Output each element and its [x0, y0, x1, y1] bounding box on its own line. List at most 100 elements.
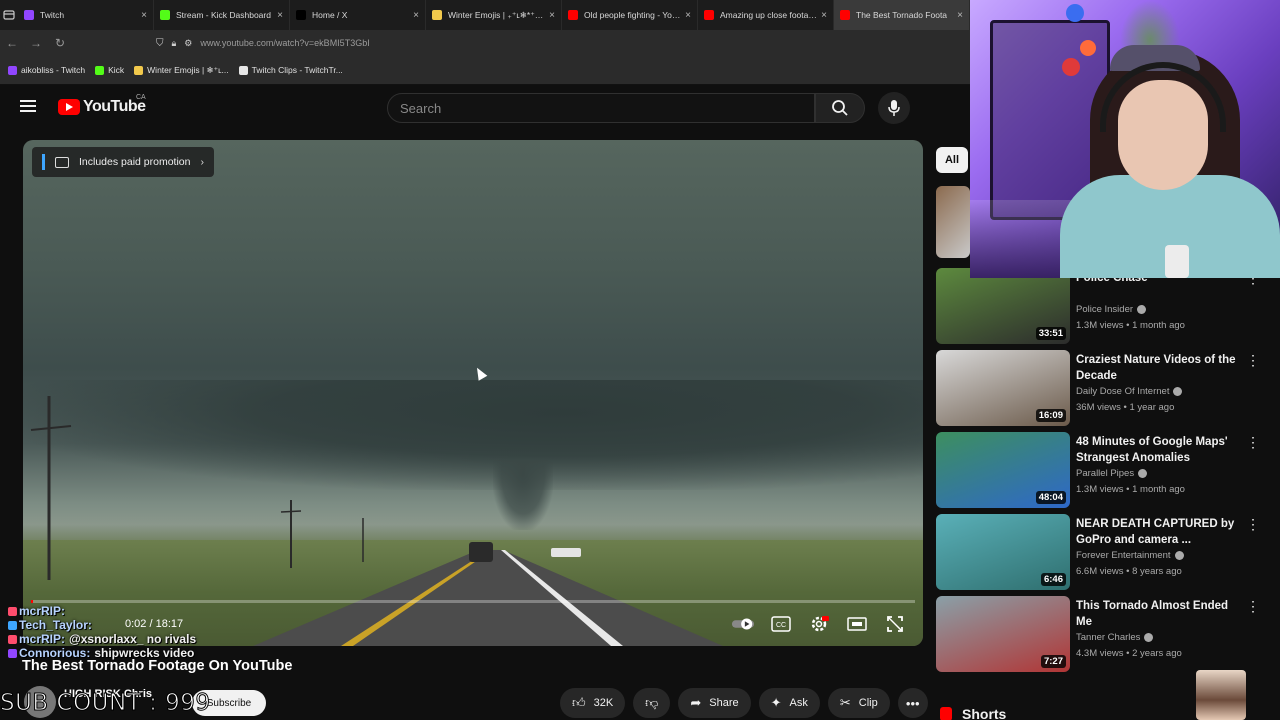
bookmark-item[interactable]: Winter Emojis | ❄︎⁺ʟ...	[134, 65, 229, 76]
tab-favicon-icon	[840, 10, 850, 20]
clip-button[interactable]: ✂ Clip	[827, 688, 890, 718]
browser-tab[interactable]: The Best Tornado Foota ×	[834, 0, 970, 30]
chat-message: Connorious: shipwrecks video	[8, 646, 308, 660]
country-code: CA	[136, 94, 146, 101]
close-tab-icon[interactable]: ×	[957, 10, 963, 21]
youtube-play-icon	[58, 99, 80, 115]
progress-bar[interactable]	[31, 600, 915, 603]
browser-tab[interactable]: Twitch ×	[18, 0, 154, 30]
recommendation-title[interactable]: This Tornado Almost Ended Me	[1076, 598, 1236, 630]
recommendation-title[interactable]: NEAR DEATH CAPTURED by GoPro and camera …	[1076, 516, 1236, 548]
address-bar: ← → ↻ ⛉ 🔒︎ ⚙ www.youtube.com/watch?v=ekB…	[0, 30, 970, 56]
back-icon[interactable]: ←	[0, 36, 24, 50]
channel-label: Police Insider	[1076, 304, 1134, 315]
recommendation-item[interactable]: 7:27 This Tornado Almost Ended Me Tanner C…	[936, 596, 1276, 672]
recommendation-thumbnail[interactable]: 16:09	[936, 350, 1070, 426]
captions-icon[interactable]: CC	[769, 612, 793, 636]
menu-icon[interactable]	[20, 100, 36, 112]
forward-icon[interactable]: →	[24, 36, 48, 50]
recommendation-channel[interactable]: Tanner Charles	[1076, 632, 1154, 643]
close-tab-icon[interactable]: ×	[821, 10, 827, 21]
like-button[interactable]: 👍︎ 32K	[560, 688, 626, 718]
share-label: Share	[709, 697, 739, 709]
tab-favicon-icon	[432, 10, 442, 20]
close-tab-icon[interactable]: ×	[549, 10, 555, 21]
recommendation-title[interactable]: Craziest Nature Videos of the Decade	[1076, 352, 1236, 384]
chat-username: Tech_Taylor:	[19, 618, 92, 632]
clip-label: Clip	[858, 697, 878, 709]
tab-favicon-icon	[24, 10, 34, 20]
search-button[interactable]	[815, 93, 865, 123]
shield-icon[interactable]: ⛉	[156, 38, 164, 49]
recommendation-item[interactable]: 16:09 Craziest Nature Videos of the Decad…	[936, 350, 1276, 426]
recommendation-channel[interactable]: Daily Dose Of Internet	[1076, 386, 1183, 397]
tune-icon[interactable]: ⚙	[184, 38, 192, 49]
theater-mode-icon[interactable]	[845, 612, 869, 636]
browser-tab[interactable]: Old people fighting - YouTu ×	[562, 0, 698, 30]
tab-menu-icon[interactable]	[0, 0, 18, 30]
voice-search-button[interactable]	[878, 92, 910, 124]
browser-tab[interactable]: Home / X ×	[290, 0, 426, 30]
video-player[interactable]: Includes paid promotion › 0:02 / 18:17 C…	[23, 140, 923, 646]
recommendation-thumbnail[interactable]: 48:04	[936, 432, 1070, 508]
bookmark-item[interactable]: Twitch Clips - TwitchTr...	[238, 65, 343, 75]
channel-label: Parallel Pipes	[1076, 468, 1135, 479]
tab-title: Twitch	[40, 10, 65, 20]
progress-fill	[31, 600, 33, 603]
recommendation-thumbnail[interactable]	[936, 186, 970, 258]
search-input[interactable]: Search	[387, 93, 815, 123]
share-button[interactable]: ➦ Share	[678, 688, 751, 718]
stream-chat-overlay: mcrRIP: Tech_Taylor: mcrRIP: @xsnorlaxx_ no…	[8, 604, 308, 660]
settings-gear-icon[interactable]	[807, 612, 831, 636]
chip-all[interactable]: All	[936, 147, 968, 173]
more-options-icon[interactable]: ⋮	[1246, 434, 1260, 451]
more-actions-button[interactable]: •••	[897, 688, 928, 718]
verified-icon	[1138, 469, 1148, 478]
verified-icon	[1137, 305, 1147, 314]
fullscreen-icon[interactable]	[883, 612, 907, 636]
recommendation-item[interactable]: 33:51 Police Chase Police Insider 1.3M view…	[936, 268, 1276, 344]
close-tab-icon[interactable]: ×	[277, 10, 283, 21]
bookmark-favicon-icon	[134, 65, 144, 75]
paid-promotion-banner[interactable]: Includes paid promotion ›	[32, 147, 214, 177]
more-options-icon[interactable]: ⋮	[1246, 352, 1260, 369]
close-tab-icon[interactable]: ×	[413, 10, 419, 21]
autoplay-toggle[interactable]	[731, 612, 755, 636]
recommendation-item[interactable]: 6:46 NEAR DEATH CAPTURED by GoPro and cam…	[936, 514, 1276, 590]
bookmarks-bar: aikobliss - Twitch Kick Winter Emojis | ❄︎…	[0, 56, 970, 85]
recommendation-thumbnail[interactable]: 33:51	[936, 268, 1070, 344]
verified-icon	[1174, 551, 1184, 560]
shorts-label: Shorts	[962, 706, 1007, 720]
recommendation-thumbnail[interactable]: 7:27	[936, 596, 1070, 672]
lock-icon[interactable]: 🔒︎	[172, 38, 177, 49]
browser-tab[interactable]: Stream - Kick Dashboard ×	[154, 0, 290, 30]
video-duration: 16:09	[1035, 409, 1066, 422]
recommendation-title[interactable]: 48 Minutes of Google Maps' Strangest Ano…	[1076, 434, 1236, 466]
recommendation-thumbnail[interactable]: 6:46	[936, 514, 1070, 590]
url-field[interactable]: ⛉ 🔒︎ ⚙ www.youtube.com/watch?v=ekBMI5T3G…	[156, 34, 956, 52]
chat-badge-icon	[8, 606, 17, 616]
dislike-button[interactable]: 👎︎	[633, 688, 671, 718]
recommendation-item[interactable]: 48:04 48 Minutes of Google Maps' Stranges…	[936, 432, 1276, 508]
url-text[interactable]: www.youtube.com/watch?v=ekBMI5T3GbI	[200, 38, 369, 48]
more-options-icon[interactable]: ⋮	[1246, 516, 1260, 533]
recommendation-channel[interactable]: Police Insider	[1076, 304, 1147, 315]
chat-message: mcrRIP: @xsnorlaxx_ no rivals	[8, 632, 308, 646]
close-tab-icon[interactable]: ×	[685, 10, 691, 21]
chat-badge-icon	[8, 648, 17, 658]
recommendation-channel[interactable]: Parallel Pipes	[1076, 468, 1148, 479]
bookmark-item[interactable]: Kick	[95, 65, 124, 75]
screen: Twitch × Stream - Kick Dashboard × Home / X ×…	[0, 0, 1280, 720]
browser-tab[interactable]: Amazing up close footage o ×	[698, 0, 834, 30]
youtube-logo[interactable]: YouTube CA	[58, 94, 146, 116]
more-options-icon[interactable]: ⋮	[1246, 598, 1260, 615]
recommendation-channel[interactable]: Forever Entertainment	[1076, 550, 1184, 561]
bookmark-item[interactable]: aikobliss - Twitch	[8, 65, 85, 75]
chat-text: shipwrecks video	[94, 646, 195, 660]
browser-tab[interactable]: Winter Emojis | ₊⁺ʟ❄︎*⁺‧₊☃︎ ×	[426, 0, 562, 30]
close-tab-icon[interactable]: ×	[141, 10, 147, 21]
reload-icon[interactable]: ↻	[48, 36, 72, 50]
shorts-icon	[940, 707, 952, 720]
scissors-icon: ✂	[839, 695, 851, 710]
ask-button[interactable]: ✦ Ask	[758, 688, 820, 718]
